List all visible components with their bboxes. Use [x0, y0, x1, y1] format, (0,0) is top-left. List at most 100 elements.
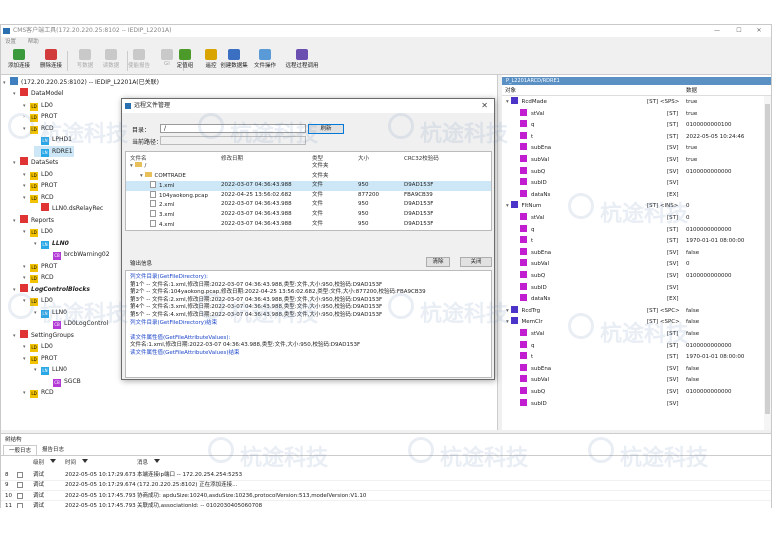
expand-arrow-icon[interactable]: ▾ [13, 89, 20, 100]
properties-scrollbar[interactable] [764, 96, 771, 430]
property-value[interactable]: 2022-05-05 10:24:46 [686, 132, 744, 143]
property-row[interactable]: subEna [SV] false [502, 247, 764, 259]
property-value[interactable]: 0100000000000 [686, 271, 732, 282]
tree-node[interactable]: ▾ LN LLN0 [34, 238, 69, 249]
property-row[interactable]: subVal [SV] false [502, 375, 764, 386]
tree-node[interactable]: ▾ LD PROT [23, 180, 57, 191]
minimize-button[interactable]: — [707, 25, 727, 37]
expand-arrow-icon[interactable]: ▾ [23, 227, 30, 238]
expand-arrow-icon[interactable]: ▾ [23, 296, 30, 307]
property-value[interactable]: 0 [686, 201, 690, 212]
property-row[interactable]: subQ [SV] 0100000000000 [502, 271, 764, 282]
property-row[interactable]: stVal [ST] false [502, 329, 764, 340]
toolbar-button-4[interactable]: 使能报告 [125, 49, 153, 73]
expand-arrow-icon[interactable]: ▾ [34, 365, 41, 376]
expand-arrow-icon[interactable]: ▾ [13, 331, 20, 342]
tree-node[interactable]: ▾ LN LLN0 [34, 307, 67, 318]
property-row[interactable]: stVal [ST] true [502, 108, 764, 120]
expand-arrow-icon[interactable]: ▾ [23, 388, 30, 399]
tree-root[interactable]: ▾ (172.20.220.25:8102) -- IEDIP_L2201A(已关… [3, 77, 159, 88]
tree-node[interactable]: ▾ LD LD0 [23, 169, 53, 180]
property-row[interactable]: subEna [SV] true [502, 143, 764, 154]
filter-icon[interactable] [154, 459, 161, 463]
expand-arrow-icon[interactable]: ▾ [3, 78, 10, 89]
log-row[interactable]: 8 调试 2022-05-05 10:17:29.673 本端连接ip端口 -- 17… [1, 470, 771, 481]
expand-arrow-icon[interactable]: ▾ [23, 262, 30, 273]
file-row[interactable]: 104yaokong.pcap 2022-04-25 13:56:02.682 文件… [126, 190, 491, 201]
tree-node[interactable]: CB SGCB [46, 376, 81, 387]
property-row[interactable]: subQ [SV] 0100000000000 [502, 166, 764, 178]
property-value[interactable]: 0100000000100 [686, 120, 732, 131]
file-row[interactable]: ▾ COMTRADE 文件夹 [126, 171, 491, 182]
toolbar-button-10[interactable]: 远程过程调用 [283, 49, 321, 73]
tree-node[interactable]: ▾ LD LD0 [23, 341, 53, 352]
maximize-button[interactable]: ☐ [729, 25, 749, 37]
toolbar-button-9[interactable]: 文件操作 [251, 49, 279, 73]
current-path-input[interactable] [160, 136, 306, 145]
file-row[interactable]: 3.xml 2022-03-07 04:36:43.988 文件 950 D9AD153… [126, 210, 491, 220]
menu-help[interactable]: 帮助 [28, 39, 39, 45]
log-row[interactable]: 10 调试 2022-05-05 10:17:45.793 协商成功: apduSiz… [1, 491, 771, 502]
toolbar-button-2[interactable]: 写数据 [71, 49, 99, 73]
property-row[interactable]: dataNs [EX] [502, 294, 764, 305]
menu-settings[interactable]: 设置 [5, 39, 16, 45]
tree-node[interactable]: ▾ DataSets [13, 157, 58, 168]
property-row[interactable]: stVal [ST] 0 [502, 213, 764, 224]
toolbar-button-3[interactable]: 读数据 [97, 49, 125, 73]
property-row[interactable]: t [ST] 1970-01-01 08:00:00 [502, 236, 764, 247]
property-value[interactable]: 0 [686, 213, 690, 224]
toolbar-button-1[interactable]: 删除连接 [37, 49, 65, 73]
property-value[interactable]: false [686, 329, 699, 340]
expand-arrow-icon[interactable]: › [23, 112, 30, 123]
tree-node[interactable]: ▾ LD LD0 [23, 295, 53, 306]
tree-node[interactable]: ▾ LD RCD [23, 272, 54, 283]
toolbar-button-6[interactable]: 定值组 [171, 49, 199, 73]
tree-node[interactable]: ▾ SettingGroups [13, 329, 74, 342]
expand-arrow-icon[interactable]: ▾ [23, 193, 30, 204]
property-row[interactable]: subID [SV] [502, 178, 764, 189]
expand-arrow-icon[interactable]: ▾ [13, 285, 20, 296]
expand-arrow-icon[interactable]: ▾ [23, 354, 30, 365]
tree-node[interactable]: › LD PROT [23, 111, 57, 122]
tree-node[interactable]: ▾ LD RCD [23, 123, 54, 134]
tree-node[interactable]: ▾ LD LD0 [23, 226, 53, 237]
property-value[interactable]: 0 [686, 259, 690, 270]
tab-report-log[interactable]: 报告日志 [37, 445, 69, 455]
tree-node[interactable]: ▾ LD PROT [23, 353, 57, 364]
tree-node[interactable]: ▾ LD RCD [23, 192, 54, 203]
property-row[interactable]: subID [SV] [502, 282, 764, 294]
property-value[interactable]: false [686, 317, 699, 328]
property-value[interactable]: 0100000000000 [686, 225, 732, 236]
expand-arrow-icon[interactable]: ▾ [23, 273, 30, 284]
tree-node[interactable]: ▾ LD PROT [23, 261, 57, 272]
property-row[interactable]: q [ST] 0100000000000 [502, 224, 764, 236]
property-row[interactable]: subVal [SV] true [502, 155, 764, 166]
expand-arrow-icon[interactable]: ▾ [13, 216, 20, 227]
tree-node[interactable]: ▾ LogControlBlocks [13, 283, 90, 296]
tree-node[interactable]: ▾ LD RCD [23, 387, 54, 398]
file-row[interactable]: 2.xml 2022-03-07 04:36:43.988 文件 950 D9AD153… [126, 200, 491, 210]
property-row[interactable]: ▾ RcdMade [ST] <SPS> true [502, 97, 764, 108]
dialog-close-icon[interactable]: ✕ [481, 99, 488, 113]
tree-node[interactable]: CB LD0LogControl [46, 318, 108, 329]
file-row[interactable]: ▾ / 文件夹 [126, 162, 491, 172]
toolbar-button-8[interactable]: 创建数据集 [219, 49, 249, 73]
tree-node[interactable]: LLN0.dsRelayRec [34, 203, 103, 214]
tree-node[interactable]: LN RDRE1 [34, 145, 74, 157]
property-value[interactable]: false [686, 364, 699, 375]
tree-node[interactable]: ▾ LD LD0 [23, 100, 53, 111]
property-row[interactable]: ▾ RcdTrg [ST] <SPC> false [502, 305, 764, 317]
property-value[interactable]: true [686, 155, 697, 166]
file-row[interactable]: 1.xml 2022-03-07 04:36:43.988 文件 950 D9AD153… [126, 181, 491, 191]
property-row[interactable]: subQ [SV] 0100000000000 [502, 387, 764, 398]
property-value[interactable]: false [686, 375, 699, 386]
property-value[interactable]: 0100000000000 [686, 341, 732, 352]
tree-node[interactable]: ▾ DataModel [13, 88, 63, 99]
expand-arrow-icon[interactable]: ▾ [34, 239, 41, 250]
property-row[interactable]: dataNs [EX] [502, 189, 764, 201]
clear-button[interactable]: 清除 [426, 257, 450, 267]
property-row[interactable]: subVal [SV] 0 [502, 259, 764, 270]
property-value[interactable]: 1970-01-01 08:00:00 [686, 352, 744, 363]
property-row[interactable]: q [ST] 0100000000100 [502, 120, 764, 131]
refresh-button[interactable]: 刷新 [308, 124, 344, 134]
